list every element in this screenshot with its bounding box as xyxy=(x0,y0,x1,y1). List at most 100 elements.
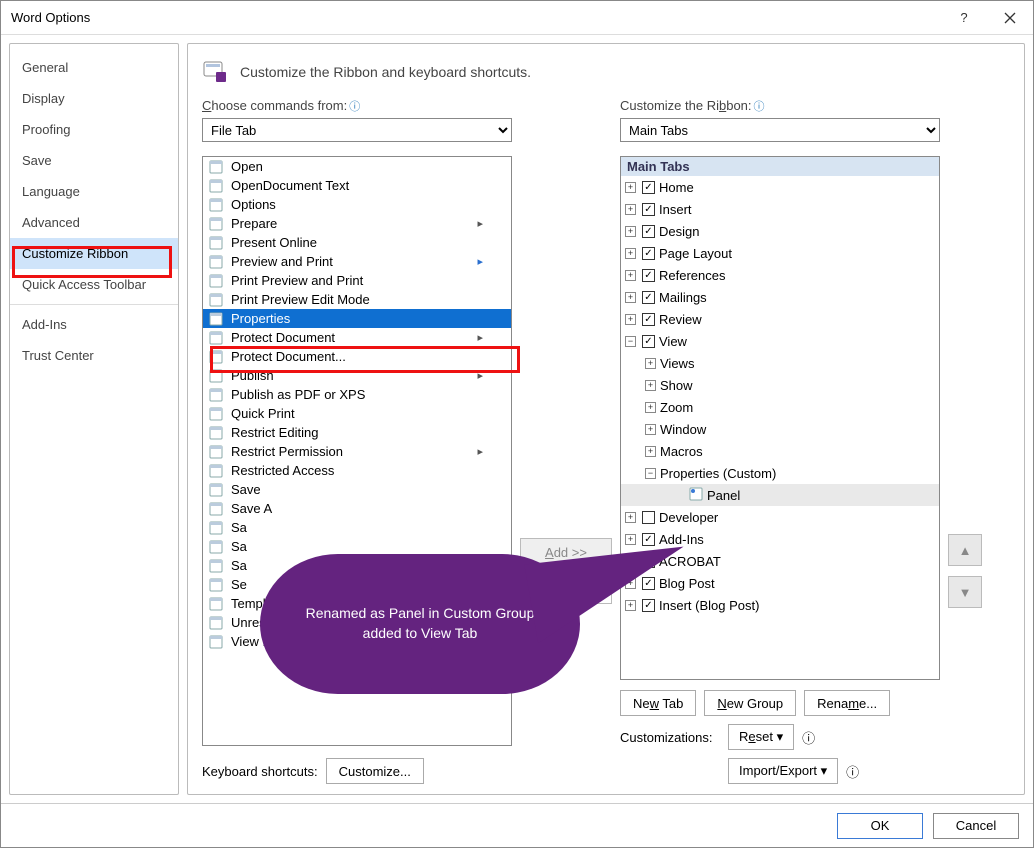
expand-toggle[interactable] xyxy=(645,358,656,369)
tree-tab-node[interactable]: ✓Page Layout xyxy=(621,242,939,264)
reset-button[interactable]: Reset ▾ xyxy=(728,724,794,750)
command-item[interactable]: Publish as PDF or XPS xyxy=(203,385,511,404)
new-tab-button[interactable]: New Tab xyxy=(620,690,696,716)
command-icon xyxy=(207,596,225,612)
command-item[interactable]: Properties xyxy=(203,309,511,328)
expand-toggle[interactable] xyxy=(625,512,636,523)
checkbox[interactable]: ✓ xyxy=(642,313,655,326)
panel-header: Customize the Ribbon and keyboard shortc… xyxy=(202,54,1010,98)
command-item[interactable]: Print Preview Edit Mode xyxy=(203,290,511,309)
tree-group-node[interactable]: Window xyxy=(621,418,939,440)
command-item[interactable]: Preview and Print▸ xyxy=(203,252,511,271)
checkbox[interactable]: ✓ xyxy=(642,203,655,216)
checkbox[interactable] xyxy=(642,511,655,524)
tree-group-node[interactable]: Zoom xyxy=(621,396,939,418)
checkbox[interactable]: ✓ xyxy=(642,225,655,238)
expand-toggle[interactable] xyxy=(645,446,656,457)
info-icon[interactable]: ⓘ xyxy=(754,101,765,113)
tree-header: Main Tabs xyxy=(621,157,939,176)
command-item[interactable]: OpenDocument Text xyxy=(203,176,511,195)
expand-toggle[interactable] xyxy=(625,270,636,281)
checkbox[interactable]: ✓ xyxy=(642,181,655,194)
tree-group-node[interactable]: Properties (Custom) xyxy=(621,462,939,484)
command-item[interactable]: Sa xyxy=(203,518,511,537)
command-label: Present Online xyxy=(231,235,317,250)
category-sidebar: General Display Proofing Save Language A… xyxy=(9,43,179,795)
tree-tab-node[interactable]: ✓Mailings xyxy=(621,286,939,308)
tree-tab-node[interactable]: ✓Review xyxy=(621,308,939,330)
tree-group-node[interactable]: Macros xyxy=(621,440,939,462)
command-label: Protect Document... xyxy=(231,349,346,364)
new-group-button[interactable]: New Group xyxy=(704,690,796,716)
command-item[interactable]: Quick Print xyxy=(203,404,511,423)
command-item[interactable]: Save xyxy=(203,480,511,499)
checkbox[interactable]: ✓ xyxy=(642,335,655,348)
cancel-button[interactable]: Cancel xyxy=(933,813,1019,839)
command-label: Sa xyxy=(231,520,247,535)
expand-toggle[interactable] xyxy=(625,226,636,237)
expand-toggle[interactable] xyxy=(625,204,636,215)
expand-toggle[interactable] xyxy=(645,380,656,391)
tree-command-node[interactable]: Panel xyxy=(621,484,939,506)
command-item[interactable]: Publish▸ xyxy=(203,366,511,385)
ribbon-target-select[interactable]: Main Tabs xyxy=(620,118,940,142)
command-item[interactable]: Protect Document▸ xyxy=(203,328,511,347)
commands-from-select[interactable]: File Tab xyxy=(202,118,512,142)
ok-button[interactable]: OK xyxy=(837,813,923,839)
command-item[interactable]: Print Preview and Print xyxy=(203,271,511,290)
sidebar-item-language[interactable]: Language xyxy=(10,176,178,207)
command-item[interactable]: Prepare▸ xyxy=(203,214,511,233)
sidebar-item-advanced[interactable]: Advanced xyxy=(10,207,178,238)
sidebar-item-customize-ribbon[interactable]: Customize Ribbon xyxy=(10,238,178,269)
sidebar-item-save[interactable]: Save xyxy=(10,145,178,176)
command-label: Sa xyxy=(231,558,247,573)
help-button[interactable]: ? xyxy=(941,1,987,35)
expand-toggle[interactable] xyxy=(625,336,636,347)
checkbox[interactable]: ✓ xyxy=(642,247,655,260)
tree-tab-node[interactable]: ✓References xyxy=(621,264,939,286)
move-down-button[interactable]: ▼ xyxy=(948,576,982,608)
tree-tab-node[interactable]: Developer xyxy=(621,506,939,528)
command-item[interactable]: Protect Document... xyxy=(203,347,511,366)
sidebar-item-proofing[interactable]: Proofing xyxy=(10,114,178,145)
command-icon xyxy=(207,482,225,498)
expand-toggle[interactable] xyxy=(645,402,656,413)
command-item[interactable]: Restrict Permission▸ xyxy=(203,442,511,461)
info-icon[interactable]: ⓘ xyxy=(846,762,859,781)
tree-tab-node[interactable]: ✓View xyxy=(621,330,939,352)
import-export-button[interactable]: Import/Export ▾ xyxy=(728,758,838,784)
sidebar-item-addins[interactable]: Add-Ins xyxy=(10,309,178,340)
command-item[interactable]: Present Online xyxy=(203,233,511,252)
tree-tab-node[interactable]: ✓Home xyxy=(621,176,939,198)
command-item[interactable]: Save A xyxy=(203,499,511,518)
sidebar-item-general[interactable]: General xyxy=(10,52,178,83)
tree-group-node[interactable]: Show xyxy=(621,374,939,396)
command-item[interactable]: Options xyxy=(203,195,511,214)
tree-group-node[interactable]: Views xyxy=(621,352,939,374)
customize-shortcuts-button[interactable]: Customize... xyxy=(326,758,424,784)
customize-ribbon-label: Customize the Ribbon:ⓘ xyxy=(620,98,940,114)
close-button[interactable] xyxy=(987,1,1033,35)
info-icon[interactable]: ⓘ xyxy=(349,101,360,113)
move-up-button[interactable]: ▲ xyxy=(948,534,982,566)
command-item[interactable]: Open xyxy=(203,157,511,176)
checkbox[interactable]: ✓ xyxy=(642,291,655,304)
expand-toggle[interactable] xyxy=(625,182,636,193)
sidebar-item-display[interactable]: Display xyxy=(10,83,178,114)
info-icon[interactable]: ⓘ xyxy=(802,728,815,747)
rename-button[interactable]: Rename... xyxy=(804,690,890,716)
tree-tab-node[interactable]: ✓Design xyxy=(621,220,939,242)
checkbox[interactable]: ✓ xyxy=(642,269,655,282)
expand-toggle[interactable] xyxy=(625,292,636,303)
expand-toggle[interactable] xyxy=(645,424,656,435)
sidebar-item-trust-center[interactable]: Trust Center xyxy=(10,340,178,371)
expand-toggle[interactable] xyxy=(645,468,656,479)
tree-tab-node[interactable]: ✓Insert xyxy=(621,198,939,220)
command-item[interactable]: Restricted Access xyxy=(203,461,511,480)
expand-toggle[interactable] xyxy=(625,248,636,259)
sidebar-item-qat[interactable]: Quick Access Toolbar xyxy=(10,269,178,300)
expand-toggle[interactable] xyxy=(625,534,636,545)
expand-toggle[interactable] xyxy=(625,314,636,325)
command-item[interactable]: Restrict Editing xyxy=(203,423,511,442)
keyboard-shortcuts-row: Keyboard shortcuts: Customize... xyxy=(202,758,512,784)
